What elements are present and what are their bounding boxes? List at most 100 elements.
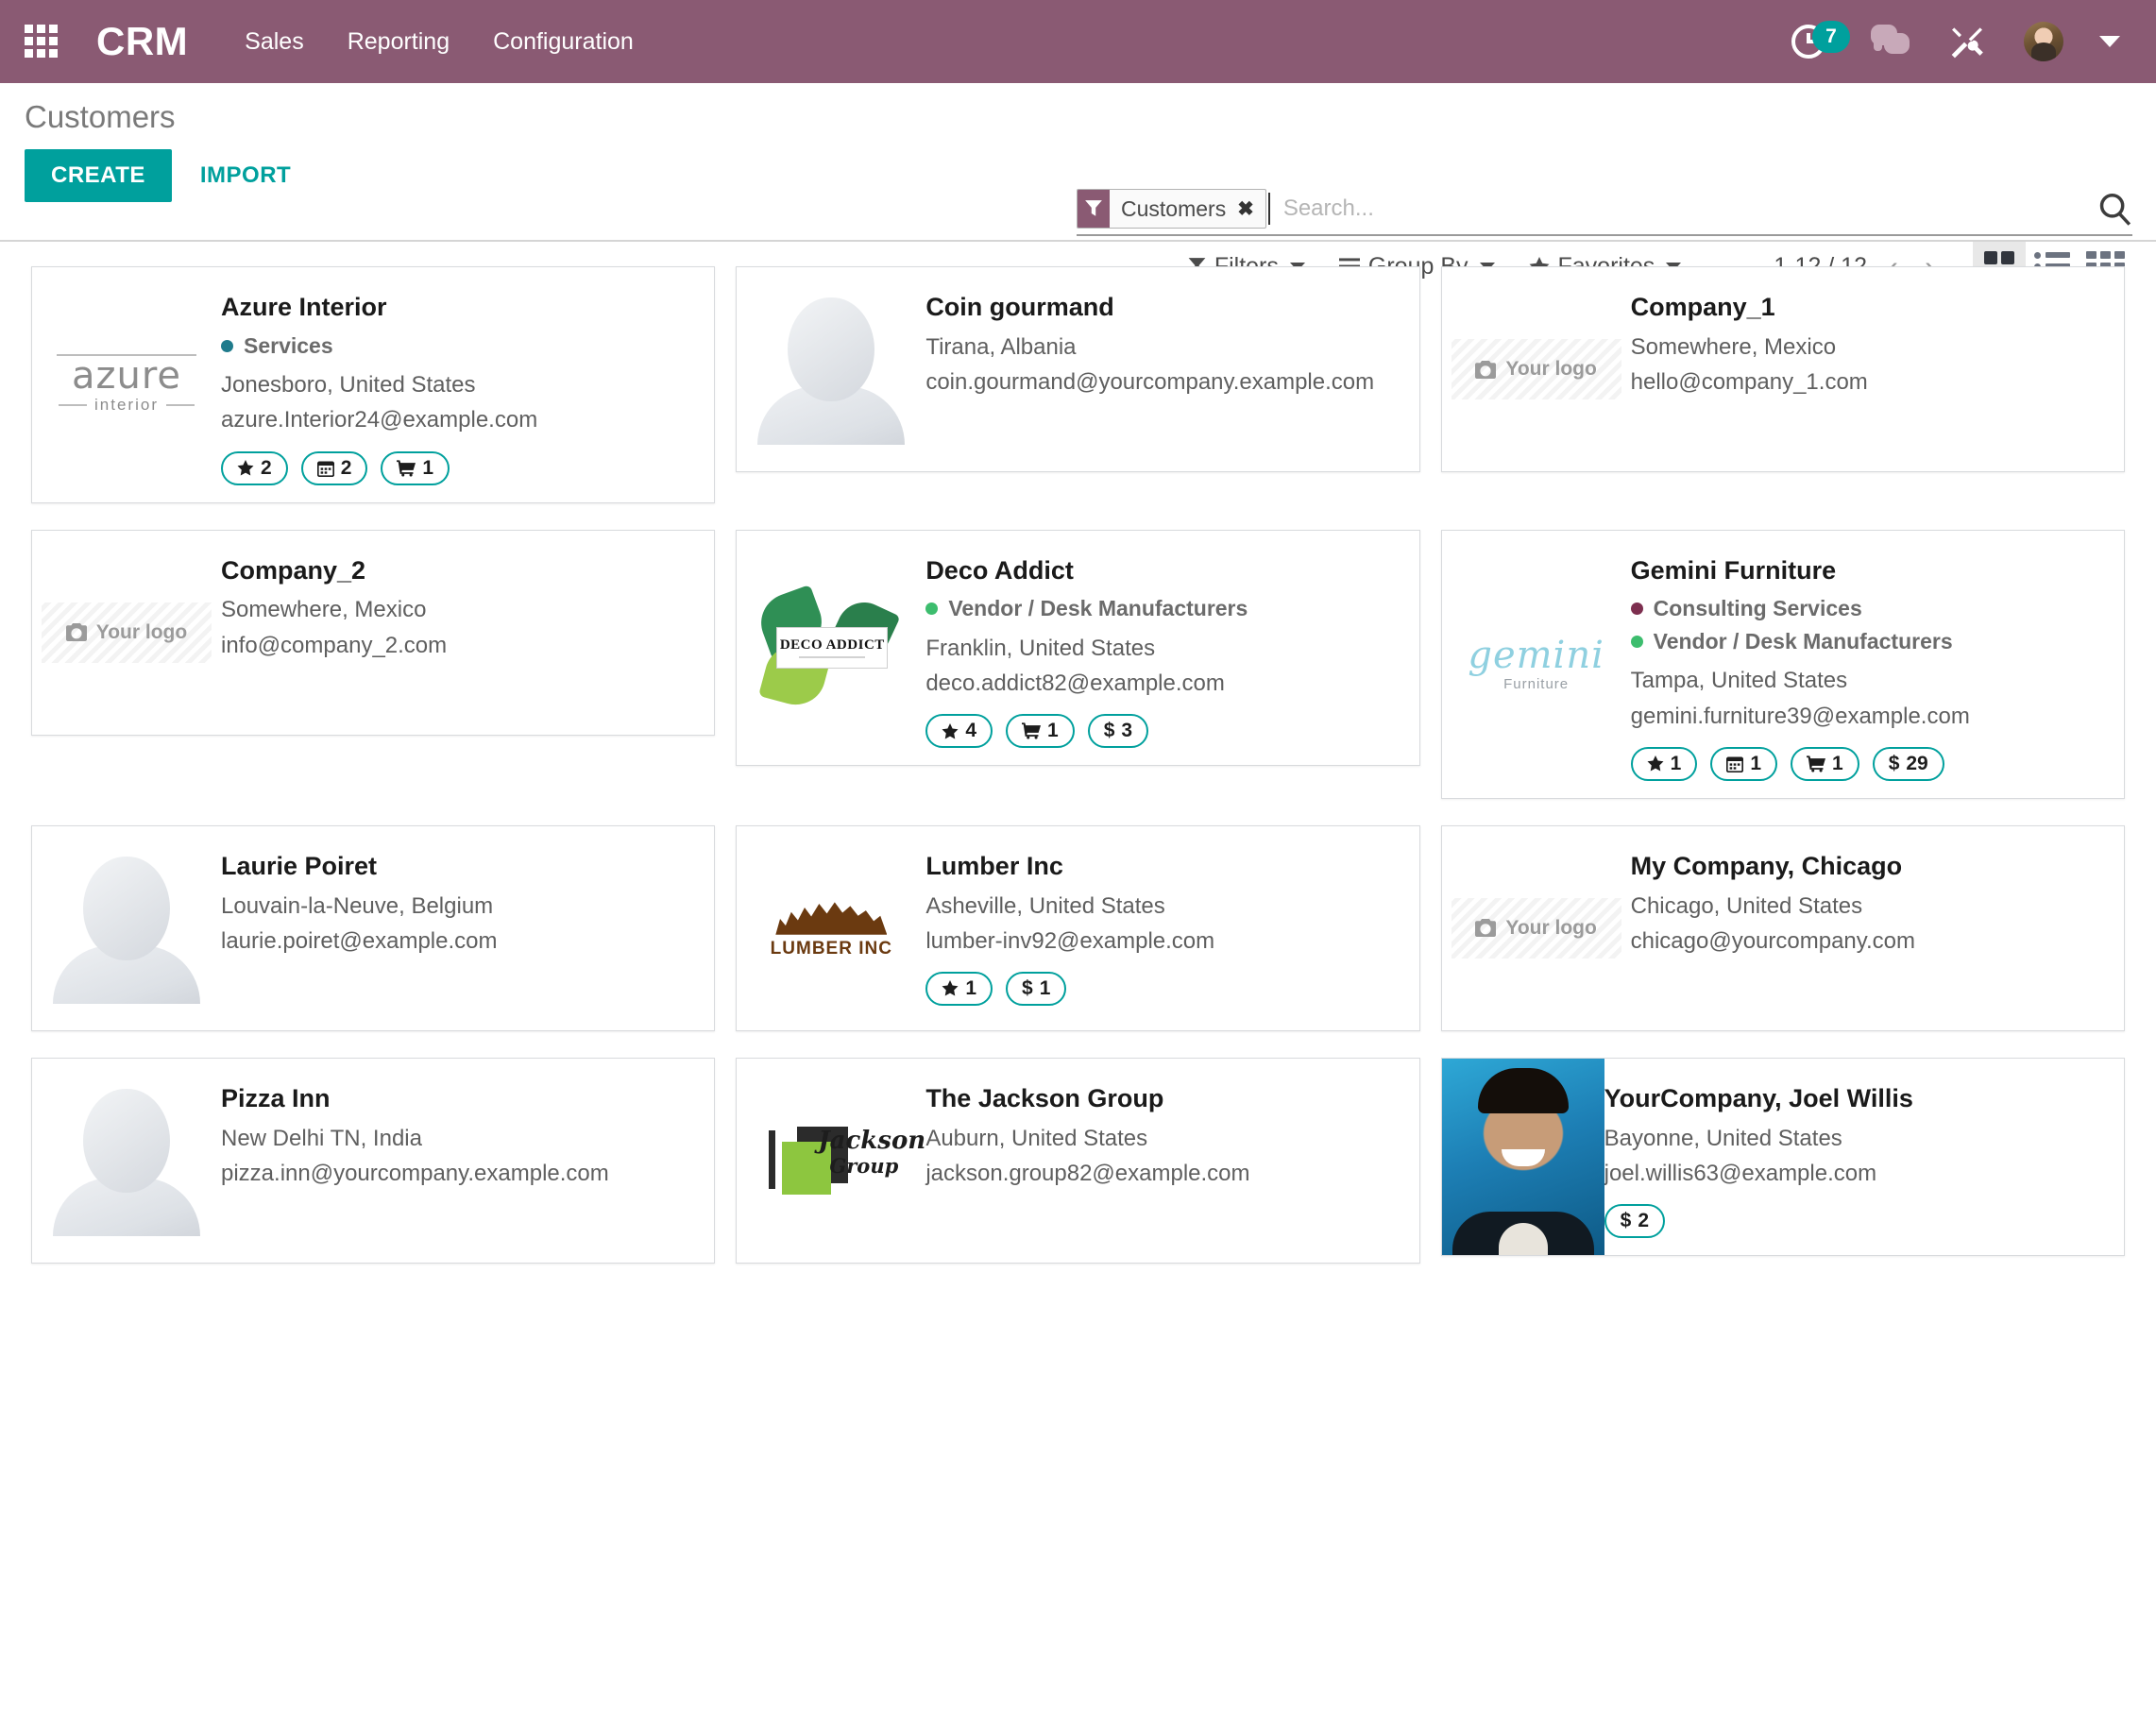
- badge-value: 29: [1906, 752, 1928, 774]
- card-body: The Jackson Group Auburn, United States ja…: [925, 1059, 1418, 1263]
- create-button[interactable]: CREATE: [25, 149, 172, 203]
- badge-value: 1: [965, 976, 976, 999]
- card-avatar: [32, 1059, 221, 1263]
- tools-icon[interactable]: [1948, 23, 1988, 60]
- app-brand-crm[interactable]: CRM: [96, 19, 188, 64]
- badge-value: 1: [1832, 752, 1843, 774]
- card-location: Somewhere, Mexico: [221, 597, 427, 623]
- card-badge[interactable]: $1: [1006, 971, 1067, 1006]
- gemini-furniture-logo: gemini Furniture: [1468, 633, 1604, 692]
- customer-card[interactable]: Laurie Poiret Louvain-la-Neuve, Belgium la…: [31, 824, 716, 1031]
- customer-card[interactable]: Your logo Company_2 Somewhere, Mexico info@…: [31, 529, 716, 736]
- customer-card[interactable]: Pizza Inn New Delhi TN, India pizza.inn@yo…: [31, 1057, 716, 1264]
- customer-card[interactable]: Your logo Company_1 Somewhere, Mexico hello…: [1440, 266, 2125, 472]
- card-badge[interactable]: 1: [1791, 746, 1859, 781]
- card-badge[interactable]: $29: [1872, 746, 1944, 781]
- search-view: Customers ✖: [1077, 189, 2132, 236]
- card-title: Laurie Poiret: [221, 851, 378, 880]
- card-email: pizza.inn@yourcompany.example.com: [221, 1160, 609, 1186]
- card-badge[interactable]: $2: [1604, 1203, 1665, 1238]
- card-badge[interactable]: $3: [1087, 714, 1149, 749]
- card-badge[interactable]: 1: [381, 450, 450, 485]
- badge-value: 1: [1047, 720, 1059, 742]
- card-email: chicago@yourcompany.com: [1630, 927, 1916, 954]
- card-tags: Vendor / Desk Manufacturers: [925, 592, 1398, 625]
- card-avatar: gemini Furniture: [1442, 531, 1631, 798]
- joel-willis-photo: [1441, 1058, 1604, 1255]
- customer-card[interactable]: LUMBER INC Lumber Inc Asheville, United St…: [736, 824, 1420, 1031]
- dollar-icon: $: [1022, 976, 1033, 999]
- card-badges: 1 $1: [925, 971, 1398, 1006]
- search-icon[interactable]: [2097, 191, 2132, 227]
- card-title: The Jackson Group: [925, 1083, 1164, 1112]
- chat-bubbles-icon[interactable]: [1871, 25, 1912, 59]
- card-badge[interactable]: 1: [1630, 746, 1698, 781]
- badge-value: 2: [261, 456, 272, 479]
- card-badge[interactable]: 1: [1710, 746, 1777, 781]
- card-badge[interactable]: 2: [221, 450, 288, 485]
- card-avatar: [32, 826, 221, 1030]
- activity-count-badge: 7: [1812, 21, 1850, 53]
- apps-grid-icon[interactable]: [25, 25, 59, 59]
- your-logo-label: Your logo: [95, 620, 188, 643]
- menu-item-sales[interactable]: Sales: [245, 28, 304, 56]
- card-location: Tampa, United States: [1630, 668, 1848, 694]
- card-badges: 1 1 1 $29: [1630, 746, 2103, 781]
- menu-item-configuration[interactable]: Configuration: [493, 28, 634, 56]
- card-avatar: Your logo: [1442, 267, 1631, 471]
- customer-card[interactable]: YourCompany, Joel Willis Bayonne, United …: [1440, 1057, 2125, 1256]
- customer-card[interactable]: gemini Furniture Gemini Furniture Consultin…: [1440, 529, 2125, 799]
- your-logo-placeholder: Your logo: [42, 602, 212, 663]
- card-badges: $2: [1604, 1203, 2103, 1238]
- kanban-cards-container: azure interior Azure Interior Services Jones…: [0, 242, 2156, 1328]
- tag-label: Vendor / Desk Manufacturers: [948, 596, 1248, 621]
- customer-card[interactable]: azure interior Azure Interior Services Jones…: [31, 266, 716, 503]
- card-location: Chicago, United States: [1630, 892, 1863, 919]
- card-location: Tirana, Albania: [925, 333, 1077, 360]
- search-input[interactable]: [1269, 192, 2087, 226]
- card-body: Company_2 Somewhere, Mexico info@company_2…: [221, 531, 714, 735]
- card-avatar: Your logo: [1442, 826, 1631, 1030]
- card-title: Pizza Inn: [221, 1083, 331, 1112]
- card-title: Deco Addict: [925, 555, 1074, 585]
- card-badge[interactable]: 1: [1006, 714, 1075, 749]
- card-email: lumber-inv92@example.com: [925, 927, 1215, 954]
- customer-card[interactable]: Your logo My Company, Chicago Chicago, Uni…: [1440, 824, 2125, 1031]
- chevron-down-icon[interactable]: [2099, 36, 2120, 47]
- customer-card[interactable]: Coin gourmand Tirana, Albania coin.gourman…: [736, 266, 1420, 472]
- badge-value: 3: [1121, 720, 1133, 742]
- badge-value: 1: [422, 456, 434, 479]
- camera-icon: [1475, 919, 1497, 938]
- card-badges: 4 1 $3: [925, 714, 1398, 749]
- card-badge[interactable]: 4: [925, 714, 993, 749]
- menu-item-reporting[interactable]: Reporting: [348, 28, 450, 56]
- kanban-column-slot: DECO ADDICT Deco Addict Vendor / Desk Manu…: [725, 529, 1430, 825]
- star-icon: [1647, 755, 1664, 772]
- close-x-icon[interactable]: ✖: [1237, 197, 1254, 221]
- badge-value: 2: [1638, 1209, 1649, 1231]
- card-location: Auburn, United States: [925, 1125, 1148, 1151]
- user-avatar[interactable]: [2024, 22, 2063, 61]
- card-badge[interactable]: 2: [300, 450, 368, 485]
- your-logo-label: Your logo: [1505, 916, 1597, 939]
- card-location: Louvain-la-Neuve, Belgium: [221, 892, 494, 919]
- jackson-group-logo: Jackson Group: [755, 1110, 925, 1212]
- person-placeholder-avatar: [757, 294, 906, 445]
- card-title: Company_2: [221, 555, 366, 585]
- import-button[interactable]: IMPORT: [196, 149, 295, 202]
- azure-interior-logo: azure interior: [51, 354, 202, 415]
- card-badge[interactable]: 1: [925, 971, 993, 1006]
- card-tags: Consulting Services Vendor / Desk Manufac…: [1630, 592, 2103, 658]
- card-avatar: [1441, 1058, 1604, 1255]
- card-body: Laurie Poiret Louvain-la-Neuve, Belgium la…: [221, 826, 714, 1030]
- card-tags: Services: [221, 330, 693, 363]
- card-tag: Vendor / Desk Manufacturers: [1630, 625, 2103, 658]
- dollar-icon: $: [1620, 1209, 1632, 1231]
- star-icon: [237, 460, 254, 476]
- customer-card[interactable]: Jackson Group The Jackson Group Auburn, Uni…: [736, 1057, 1420, 1264]
- card-email: info@company_2.com: [221, 632, 448, 658]
- customer-card[interactable]: DECO ADDICT Deco Addict Vendor / Desk Manu…: [736, 529, 1420, 767]
- card-title: YourCompany, Joel Willis: [1604, 1083, 1913, 1112]
- search-facet-customers[interactable]: Customers ✖: [1077, 189, 1266, 229]
- activity-menu[interactable]: 7: [1791, 21, 1850, 62]
